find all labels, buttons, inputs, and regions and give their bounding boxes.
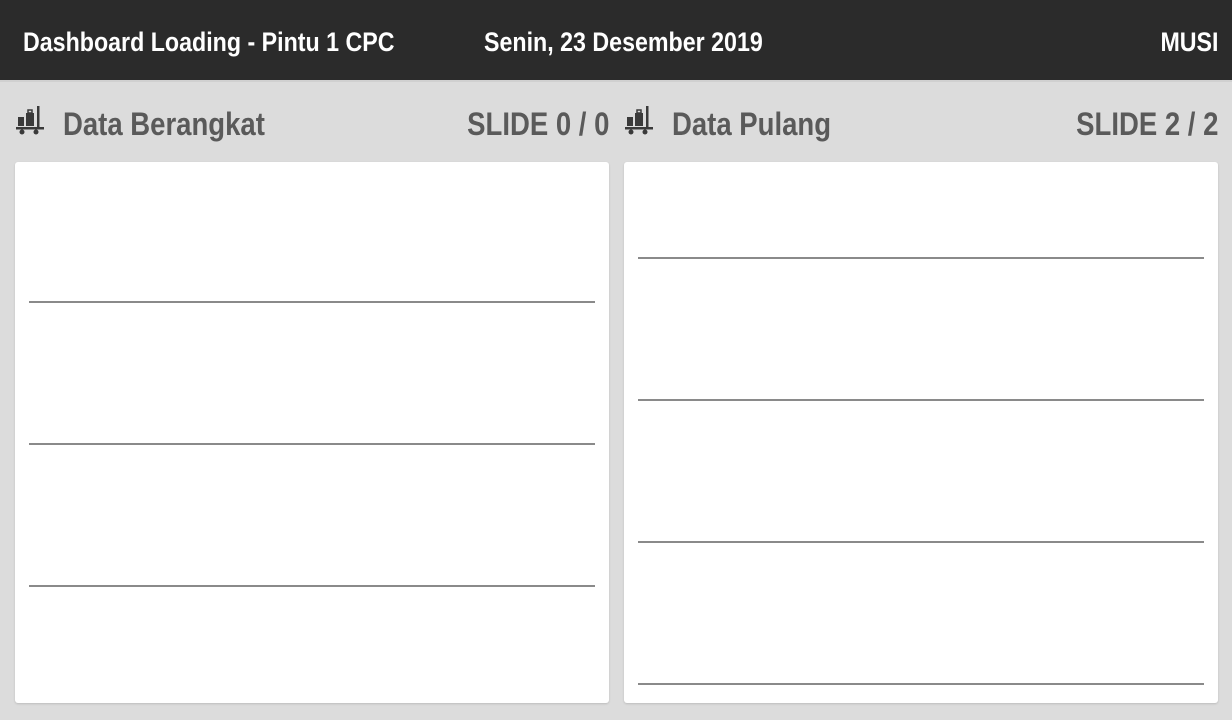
section-header-pulang: Data Pulang SLIDE 2 / 2	[624, 102, 1218, 146]
top-header-bar: Dashboard Loading - Pintu 1 CPC Senin, 2…	[0, 0, 1232, 82]
current-date: Senin, 23 Desember 2019	[484, 27, 763, 57]
row-divider	[29, 301, 595, 303]
row-divider	[638, 683, 1204, 685]
row-divider	[638, 541, 1204, 543]
user-name: MUSI	[1159, 27, 1218, 57]
section-label: Data Pulang	[672, 106, 832, 142]
dashboard-title: Dashboard Loading - Pintu 1 CPC	[23, 27, 395, 57]
luggage-cart-icon	[625, 106, 653, 135]
return-data-panel	[624, 162, 1218, 703]
row-divider	[638, 257, 1204, 259]
row-divider	[29, 585, 595, 587]
row-divider	[638, 399, 1204, 401]
departure-data-panel	[15, 162, 609, 703]
slide-indicator: SLIDE 2 / 2	[1075, 106, 1218, 142]
section-header-berangkat: Data Berangkat SLIDE 0 / 0	[15, 102, 609, 146]
slide-indicator: SLIDE 0 / 0	[466, 106, 609, 142]
section-label: Data Berangkat	[63, 106, 265, 142]
luggage-cart-icon	[16, 106, 44, 135]
row-divider	[29, 443, 595, 445]
